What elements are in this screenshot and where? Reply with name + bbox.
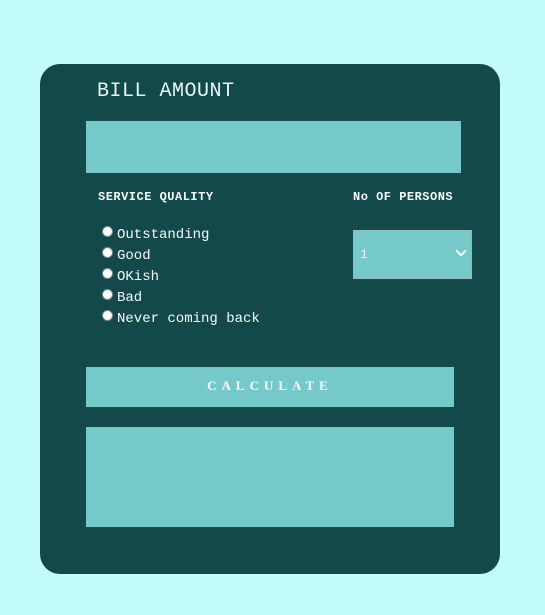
- bill-amount-title: BILL AMOUNT: [97, 80, 235, 103]
- chevron-down-icon: [455, 245, 467, 257]
- result-output: [86, 427, 454, 527]
- service-option-outstanding[interactable]: Outstanding: [102, 224, 260, 245]
- persons-label: No OF PERSONS: [353, 190, 454, 204]
- service-option-label: Good: [117, 247, 151, 264]
- service-option-okish[interactable]: OKish: [102, 266, 260, 287]
- service-quality-options: Outstanding Good OKish Bad Never coming …: [102, 224, 260, 329]
- service-option-label: Never coming back: [117, 310, 260, 327]
- radio-button[interactable]: [102, 268, 113, 279]
- calculate-button[interactable]: CALCULATE: [86, 367, 454, 407]
- persons-select-value: 1: [360, 247, 368, 262]
- service-option-good[interactable]: Good: [102, 245, 260, 266]
- radio-button[interactable]: [102, 226, 113, 237]
- service-option-never-coming-back[interactable]: Never coming back: [102, 308, 260, 329]
- service-option-bad[interactable]: Bad: [102, 287, 260, 308]
- service-option-label: Outstanding: [117, 226, 210, 243]
- service-option-label: Bad: [117, 289, 143, 306]
- radio-button[interactable]: [102, 247, 113, 258]
- radio-button[interactable]: [102, 310, 113, 321]
- tip-calculator-card: BILL AMOUNT SERVICE QUALITY No OF PERSON…: [40, 64, 500, 574]
- radio-button[interactable]: [102, 289, 113, 300]
- bill-amount-input[interactable]: [86, 121, 461, 173]
- persons-select[interactable]: 1: [353, 230, 472, 279]
- service-quality-label: SERVICE QUALITY: [98, 190, 214, 204]
- service-option-label: OKish: [117, 268, 160, 285]
